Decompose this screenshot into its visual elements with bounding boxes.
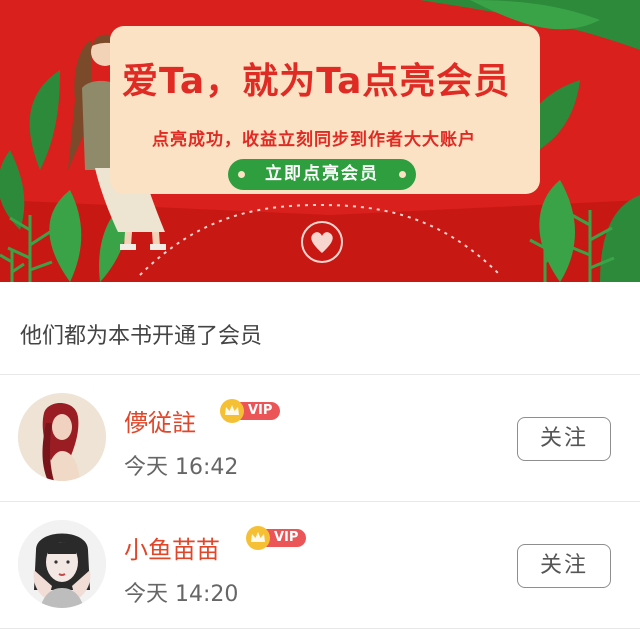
banner-title: 爱Ta，就为Ta点亮会员 <box>122 61 511 102</box>
activate-membership-button[interactable]: 立即点亮会员 <box>228 159 416 190</box>
section-title: 他们都为本书开通了会员 <box>20 324 263 349</box>
crown-icon <box>220 399 244 423</box>
membership-banner[interactable]: 爱Ta，就为Ta点亮会员 点亮成功，收益立刻同步到作者大大账户 立即点亮会员 <box>0 0 640 282</box>
follow-button[interactable]: 关注 <box>517 544 611 588</box>
crown-icon <box>246 526 270 550</box>
member-row[interactable]: 儚従註 VIP 今天 16:42 关注 <box>0 375 640 501</box>
member-time: 今天 16:42 <box>124 455 239 480</box>
avatar-photo-icon <box>18 393 106 481</box>
member-name[interactable]: 儚従註 <box>124 403 196 438</box>
divider <box>0 628 640 629</box>
follow-button[interactable]: 关注 <box>517 417 611 461</box>
avatar-photo-icon <box>18 520 106 608</box>
member-time: 今天 14:20 <box>124 582 239 607</box>
avatar[interactable] <box>18 393 106 481</box>
member-name[interactable]: 小鱼苗苗 <box>124 530 220 565</box>
avatar[interactable] <box>18 520 106 608</box>
banner-subtitle: 点亮成功，收益立刻同步到作者大大账户 <box>152 130 476 150</box>
member-row[interactable]: 小鱼苗苗 VIP 今天 14:20 关注 <box>0 502 640 628</box>
